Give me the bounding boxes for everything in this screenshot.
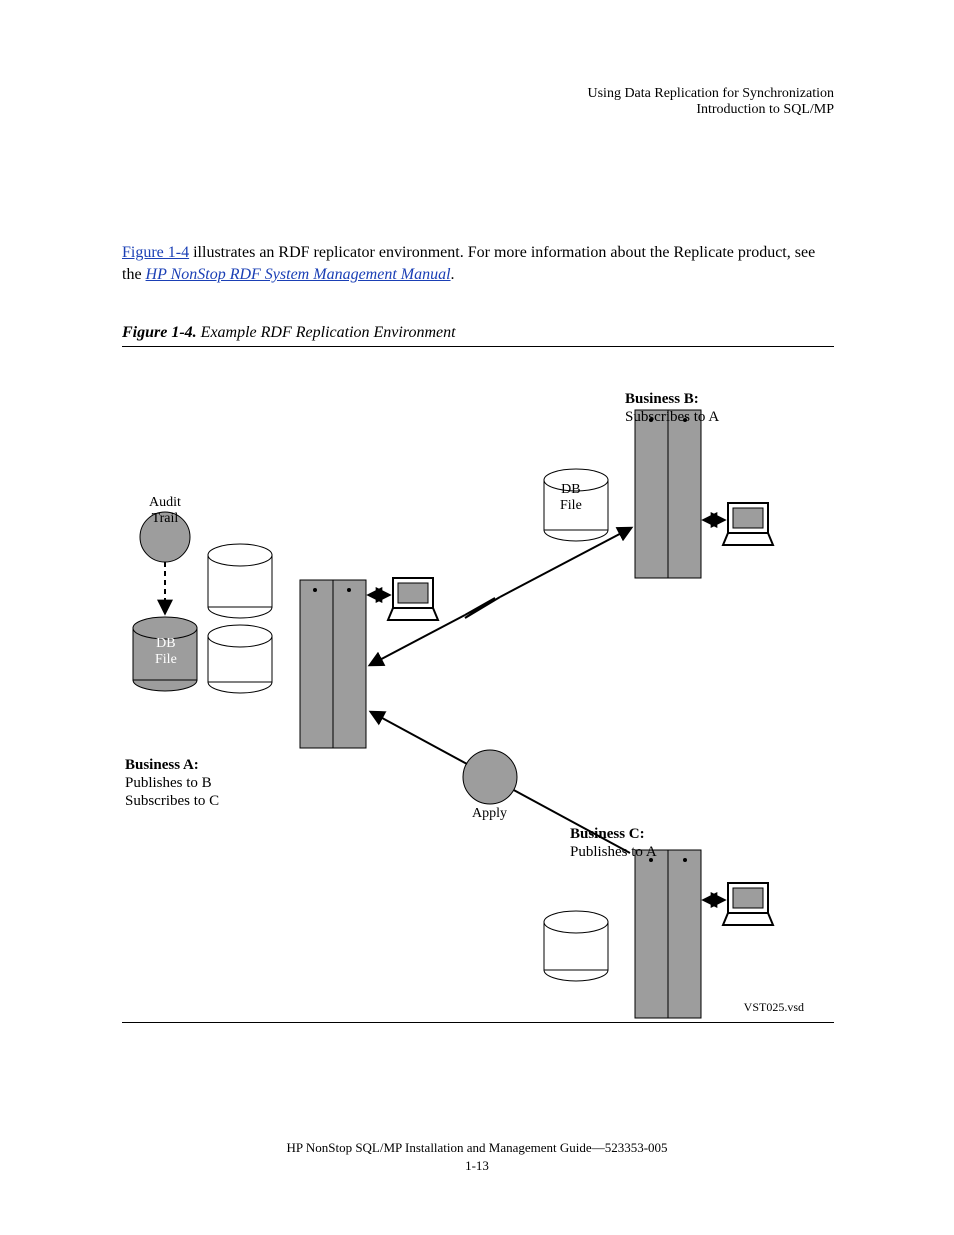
footnote: VST025.vsd xyxy=(744,1000,804,1015)
label-file2: File xyxy=(560,498,582,514)
label-trail: Trail xyxy=(149,511,181,527)
figure-top-rule xyxy=(122,346,834,347)
header-line2: Introduction to SQL/MP xyxy=(588,102,835,118)
label-apply: Apply xyxy=(472,806,507,822)
body-text-2: . xyxy=(451,266,455,283)
label-db: DB xyxy=(155,636,177,652)
header-line1: Using Data Replication for Synchronizati… xyxy=(588,86,835,102)
label-business-c: Business C: xyxy=(570,825,657,843)
label-audit: Audit xyxy=(149,495,181,511)
figure-link[interactable]: Figure 1-4 xyxy=(122,244,189,261)
label-a-details2: Subscribes to C xyxy=(125,792,219,810)
label-b-details: Subscribes to A xyxy=(625,408,719,426)
footer-page: 1-13 xyxy=(0,1158,954,1174)
manual-link[interactable]: HP NonStop RDF System Management Manual xyxy=(146,266,451,283)
label-a-details1: Publishes to B xyxy=(125,774,219,792)
figure-diagram xyxy=(105,360,855,1030)
label-db2: DB xyxy=(560,482,582,498)
label-business-b: Business B: xyxy=(625,390,719,408)
figure-bottom-rule xyxy=(122,1022,834,1023)
footer-docref: HP NonStop SQL/MP Installation and Manag… xyxy=(286,1140,591,1155)
label-file: File xyxy=(155,652,177,668)
figure-number: Figure 1-4. xyxy=(122,324,197,341)
label-business-a: Business A: xyxy=(125,756,219,774)
figure-title: Example RDF Replication Environment xyxy=(201,324,456,341)
label-c-details: Publishes to A xyxy=(570,843,657,861)
footer-docid: 523353-005 xyxy=(605,1140,668,1155)
